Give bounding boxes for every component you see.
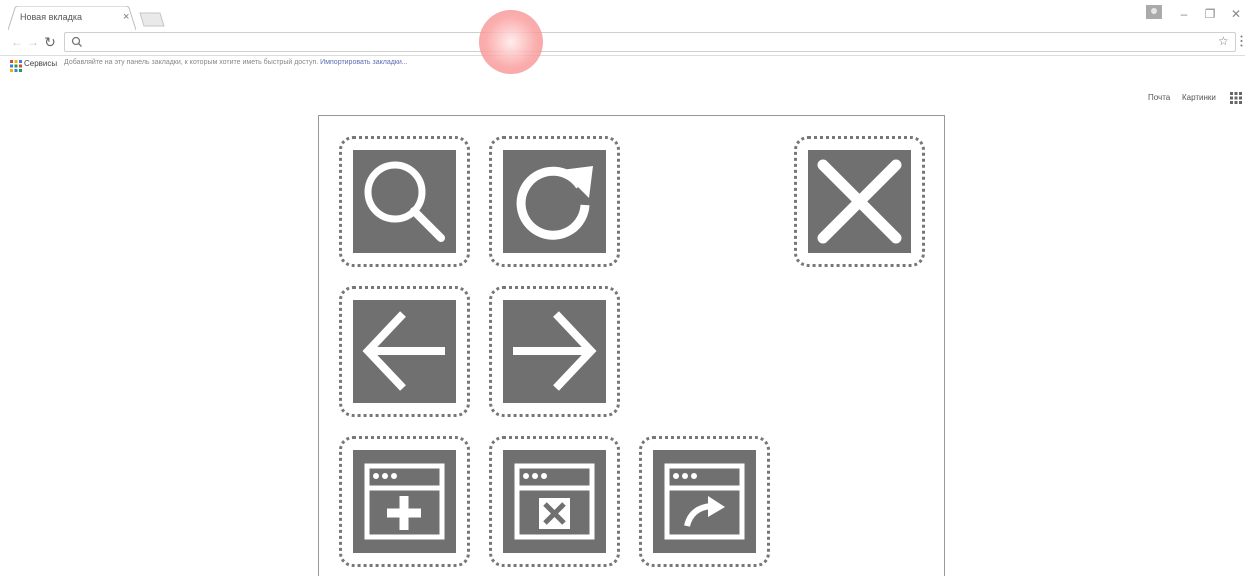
tab-title: Новая вкладка xyxy=(20,12,83,22)
menu-icon[interactable] xyxy=(1240,35,1243,47)
images-link[interactable]: Картинки xyxy=(1182,93,1216,102)
omnibox-search-icon xyxy=(71,36,82,47)
import-bookmarks-link[interactable]: Импортировать закладки... xyxy=(320,59,407,66)
new-window-tile[interactable] xyxy=(339,436,470,567)
mail-link[interactable]: Почта xyxy=(1148,93,1170,102)
apps-grid-icon[interactable] xyxy=(10,60,22,72)
back-tile[interactable] xyxy=(339,286,470,417)
bookmark-star-icon[interactable]: ☆ xyxy=(1218,34,1229,48)
search-tile[interactable] xyxy=(339,136,470,267)
search-icon xyxy=(353,150,456,253)
google-apps-icon[interactable] xyxy=(1230,92,1242,104)
tab-strip: Новая вкладка × – ❐ ✕ xyxy=(0,0,1245,30)
forward-arrow-icon xyxy=(503,300,606,403)
reload-tile[interactable] xyxy=(489,136,620,267)
address-bar[interactable] xyxy=(64,32,1236,52)
forward-icon[interactable]: → xyxy=(26,33,40,51)
icon-panel xyxy=(318,115,945,576)
bookmarks-prompt-text: Добавляйте на эту панель закладки, к кот… xyxy=(64,59,319,66)
toolbar: ← → ↻ ☆ xyxy=(0,30,1245,56)
tab-close-icon[interactable]: × xyxy=(123,10,129,24)
restore-icon[interactable]: ❐ xyxy=(1202,6,1218,22)
browser-tab[interactable]: Новая вкладка × xyxy=(8,6,136,30)
share-window-tile[interactable] xyxy=(639,436,770,567)
new-tab-button[interactable] xyxy=(138,12,166,27)
close-window-icon xyxy=(503,450,606,553)
minimize-icon[interactable]: – xyxy=(1176,6,1192,22)
forward-tile[interactable] xyxy=(489,286,620,417)
click-marker xyxy=(479,10,543,74)
bookmarks-bar: Сервисы Добавляйте на эту панель закладк… xyxy=(0,56,1245,74)
close-window-tile[interactable] xyxy=(489,436,620,567)
back-arrow-icon xyxy=(353,300,456,403)
bookmarks-prompt: Добавляйте на эту панель закладки, к кот… xyxy=(64,59,408,66)
new-window-icon xyxy=(353,450,456,553)
reload-icon xyxy=(503,150,606,253)
close-icon xyxy=(808,150,911,253)
apps-label[interactable]: Сервисы xyxy=(24,59,57,68)
profile-icon[interactable] xyxy=(1146,5,1162,19)
window-close-icon[interactable]: ✕ xyxy=(1228,6,1244,22)
share-window-icon xyxy=(653,450,756,553)
close-tile[interactable] xyxy=(794,136,925,267)
back-icon[interactable]: ← xyxy=(10,33,24,51)
reload-button-icon[interactable]: ↻ xyxy=(43,33,57,51)
